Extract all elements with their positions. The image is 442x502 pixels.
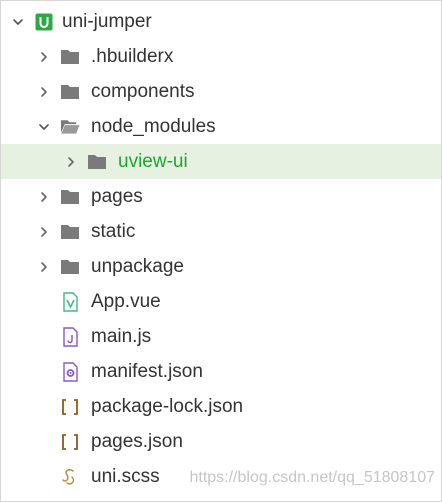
js-file-icon: [60, 326, 80, 347]
tree-item-uview-ui[interactable]: uview-ui: [1, 144, 441, 179]
tree-item-label: pages: [91, 186, 143, 207]
vue-file-icon: [60, 291, 80, 312]
tree-item-components[interactable]: components: [1, 74, 441, 109]
tree-item-label: components: [91, 81, 195, 102]
tree-item-label: node_modules: [91, 116, 216, 137]
folder-icon: [87, 152, 107, 172]
json-brackets-icon: [60, 397, 80, 417]
chevron-right-icon[interactable]: [36, 84, 52, 100]
tree-item-hbuilderx[interactable]: .hbuilderx: [1, 39, 441, 74]
chevron-right-icon[interactable]: [36, 259, 52, 275]
tree-item-unpackage[interactable]: unpackage: [1, 249, 441, 284]
tree-item-pages[interactable]: pages: [1, 179, 441, 214]
manifest-gear-icon: [60, 361, 80, 382]
tree-item-label: main.js: [91, 326, 152, 347]
tree-item-main-js[interactable]: main.js: [1, 319, 441, 354]
scss-file-icon: [60, 467, 80, 487]
folder-open-icon: [60, 117, 80, 137]
tree-item-node-modules[interactable]: node_modules: [1, 109, 441, 144]
tree-item-label: uni-jumper: [62, 11, 152, 32]
tree-item-label: App.vue: [91, 291, 161, 312]
tree-item-label: package-lock.json: [91, 396, 244, 417]
folder-icon: [60, 82, 80, 102]
chevron-right-icon[interactable]: [36, 49, 52, 65]
tree-root-uni-jumper[interactable]: uni-jumper: [1, 4, 441, 39]
uniapp-project-icon: [34, 12, 54, 32]
tree-item-label: unpackage: [91, 256, 184, 277]
tree-item-uni-scss[interactable]: uni.scss: [1, 459, 441, 494]
project-explorer: uni-jumper .hbuilderx components node_mo…: [0, 0, 442, 502]
tree-item-app-vue[interactable]: App.vue: [1, 284, 441, 319]
tree-item-label: pages.json: [91, 431, 183, 452]
chevron-down-icon[interactable]: [36, 119, 52, 135]
file-tree: uni-jumper .hbuilderx components node_mo…: [1, 4, 441, 494]
folder-icon: [60, 257, 80, 277]
folder-icon: [60, 222, 80, 242]
tree-item-manifest-json[interactable]: manifest.json: [1, 354, 441, 389]
chevron-right-icon[interactable]: [36, 224, 52, 240]
chevron-right-icon[interactable]: [63, 154, 79, 170]
chevron-right-icon[interactable]: [36, 189, 52, 205]
json-brackets-icon: [60, 432, 80, 452]
tree-item-static[interactable]: static: [1, 214, 441, 249]
tree-item-label: manifest.json: [91, 361, 203, 382]
tree-item-package-lock-json[interactable]: package-lock.json: [1, 389, 441, 424]
tree-item-label: uview-ui: [118, 151, 188, 172]
tree-item-pages-json[interactable]: pages.json: [1, 424, 441, 459]
folder-icon: [60, 187, 80, 207]
chevron-down-icon[interactable]: [10, 14, 26, 30]
tree-item-label: static: [91, 221, 136, 242]
tree-item-label: .hbuilderx: [91, 46, 174, 67]
tree-item-label: uni.scss: [91, 466, 160, 487]
folder-icon: [60, 47, 80, 67]
